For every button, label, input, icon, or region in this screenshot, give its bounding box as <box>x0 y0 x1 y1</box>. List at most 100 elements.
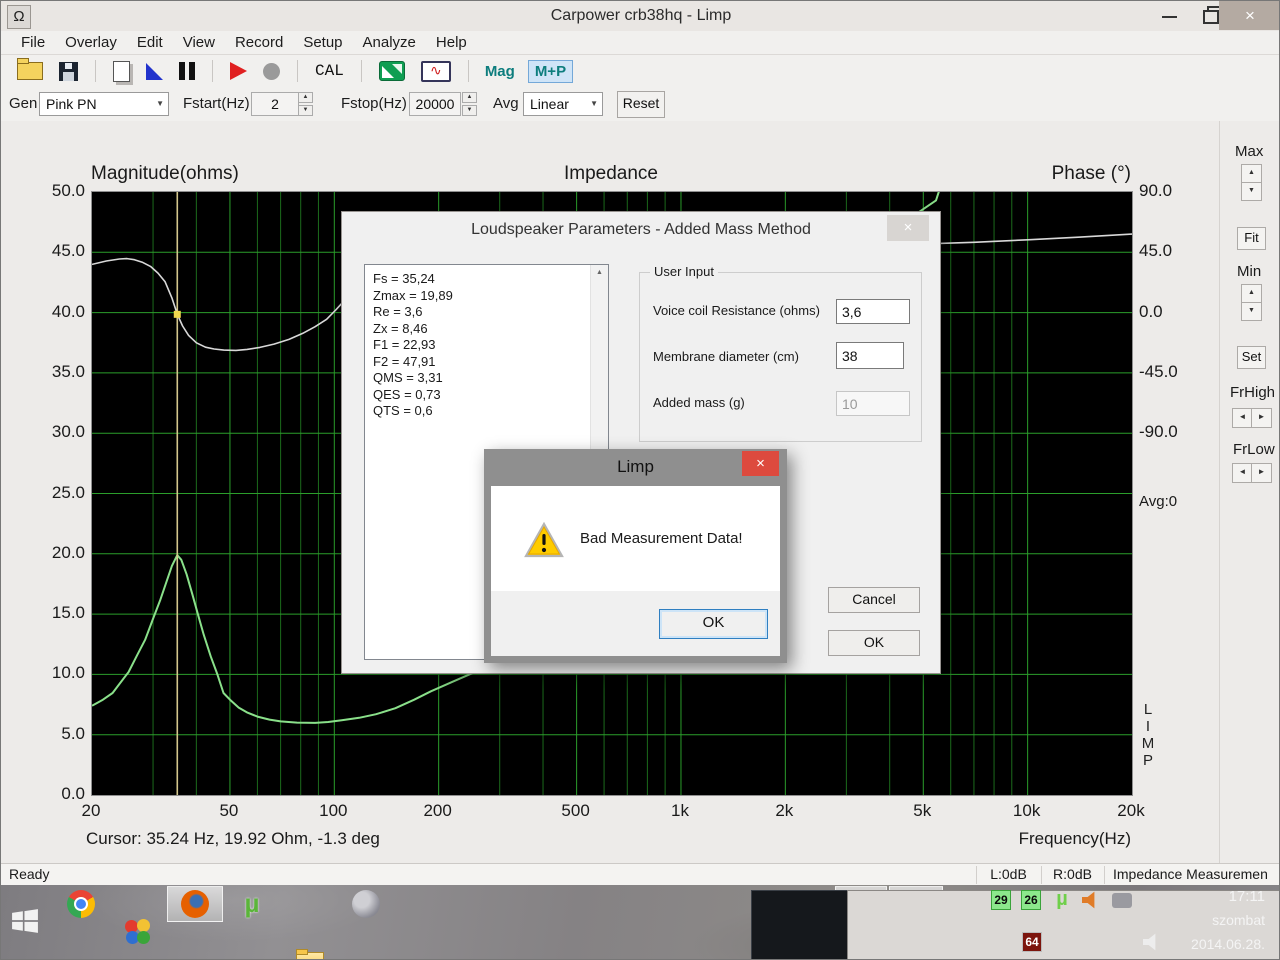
calibrate-button[interactable]: CAL <box>315 62 344 80</box>
max-up-button[interactable]: ▲ <box>1241 164 1262 183</box>
set-button[interactable]: Set <box>1237 346 1266 369</box>
frhigh-left-button[interactable]: ◄ <box>1232 408 1253 428</box>
menu-setup[interactable]: Setup <box>293 31 352 54</box>
menu-bar: File Overlay Edit View Record Setup Anal… <box>1 31 1279 55</box>
menu-edit[interactable]: Edit <box>127 31 173 54</box>
fstop-stepper[interactable]: ▲ ▼ <box>462 92 477 116</box>
clock-day: szombat <box>1212 912 1265 928</box>
minimize-button[interactable] <box>1151 1 1189 30</box>
alert-close-button[interactable]: × <box>742 451 779 476</box>
membrane-diameter-label: Membrane diameter (cm) <box>653 349 799 364</box>
generator-button[interactable]: ∿ <box>420 60 451 82</box>
toolbar-separator <box>95 60 96 82</box>
warning-icon <box>524 522 564 558</box>
tray-utorrent-icon[interactable]: µ <box>1052 889 1072 910</box>
parameter-line: Zmax = 19,89 <box>373 287 453 303</box>
open-file-button[interactable] <box>17 58 43 80</box>
save-button[interactable] <box>59 61 78 81</box>
tray-gray-icon[interactable] <box>1112 890 1132 910</box>
y-left-tick-label: 15.0 <box>51 603 85 623</box>
tray-aida64-icon[interactable]: 64 <box>1022 932 1042 952</box>
fstop-input[interactable]: 20000 <box>409 92 461 116</box>
floppy-disk-icon <box>59 61 78 81</box>
reset-button[interactable]: Reset <box>617 91 665 118</box>
audio-app-icon[interactable] <box>352 890 380 918</box>
tray-temp-badge-29[interactable]: 29 <box>991 890 1011 910</box>
record-circle-icon <box>263 62 280 80</box>
y-left-tick-label: 10.0 <box>51 663 85 683</box>
menu-analyze[interactable]: Analyze <box>353 31 426 54</box>
alert-ok-button[interactable]: OK <box>659 609 768 639</box>
chevron-down-icon: ▼ <box>156 99 164 108</box>
x-tick-label: 100 <box>319 801 348 820</box>
mag-phase-view-button[interactable]: M+P <box>527 59 574 83</box>
dialog-ok-button[interactable]: OK <box>828 630 920 656</box>
cancel-button[interactable]: Cancel <box>828 587 920 613</box>
menu-help[interactable]: Help <box>426 31 477 54</box>
fit-button[interactable]: Fit <box>1237 227 1266 250</box>
y-right-tick-label: 90.0 <box>1139 181 1173 200</box>
fstart-label: Fstart(Hz) <box>183 95 250 112</box>
file-explorer-icon[interactable] <box>295 946 324 959</box>
menu-view[interactable]: View <box>173 31 225 54</box>
frlow-right-button[interactable]: ► <box>1251 463 1272 483</box>
status-mode: Impedance Measuremen <box>1113 866 1268 882</box>
utorrent-icon[interactable]: µ <box>238 890 266 918</box>
voice-coil-resistance-input[interactable] <box>836 299 910 324</box>
max-label: Max <box>1235 143 1264 160</box>
dialog-close-button[interactable]: × <box>887 215 929 241</box>
y-right-tick-label: 45.0 <box>1139 241 1173 261</box>
frlow-left-button[interactable]: ◄ <box>1232 463 1253 483</box>
frhigh-right-button[interactable]: ► <box>1251 408 1272 428</box>
document-icon <box>113 60 130 82</box>
clock-time[interactable]: 17:11 <box>1229 888 1265 905</box>
step-up-icon[interactable]: ▲ <box>298 92 313 103</box>
pause-button[interactable] <box>179 62 195 80</box>
chrome-icon[interactable] <box>67 890 95 918</box>
menu-file[interactable]: File <box>11 31 55 54</box>
chart-area: Magnitude(ohms) Impedance Phase (°) 50.0… <box>1 121 1279 863</box>
scroll-up-icon[interactable]: ▲ <box>591 265 608 282</box>
mag-view-button[interactable]: Mag <box>485 63 515 80</box>
close-button[interactable]: × <box>1219 1 1279 30</box>
limp-application-window: Ω Carpower crb38hq - Limp × File Overlay… <box>0 0 1280 960</box>
averaging-select[interactable]: Linear ▼ <box>523 92 603 116</box>
game-launcher-icon[interactable] <box>124 918 152 946</box>
generator-type-select[interactable]: Pink PN ▼ <box>39 92 169 116</box>
taskbar: µ K C Ω 29 26 µ 64 ✓ × 17:11 szombat 201… <box>1 885 1279 959</box>
x-tick-label: 20 <box>81 801 101 820</box>
parameter-line: Fs = 35,24 <box>373 271 435 286</box>
firefox-icon[interactable] <box>181 890 209 918</box>
membrane-diameter-input[interactable] <box>836 342 904 369</box>
status-left-level: L:0dB <box>990 866 1027 882</box>
start-button[interactable] <box>11 907 39 935</box>
x-axis-title: Frequency(Hz) <box>1018 829 1131 848</box>
cursor-readout: Cursor: 35.24 Hz, 19.92 Ohm, -1.3 deg <box>86 829 380 848</box>
max-down-button[interactable]: ▼ <box>1241 182 1262 201</box>
minimize-icon <box>1162 16 1177 18</box>
parameter-line: QMS = 3,31 <box>373 370 443 385</box>
copy-button[interactable] <box>113 60 130 82</box>
alert-body: Bad Measurement Data! <box>491 486 780 592</box>
min-up-button[interactable]: ▲ <box>1241 284 1262 303</box>
alert-message: Bad Measurement Data! <box>580 530 743 547</box>
fstart-input[interactable]: 2 <box>251 92 299 116</box>
play-button[interactable] <box>230 62 247 80</box>
record-button[interactable] <box>263 62 280 80</box>
marker-button[interactable] <box>146 62 163 80</box>
x-tick-label: 1k <box>670 801 689 820</box>
min-label: Min <box>1237 263 1262 280</box>
y-left-tick-label: 45.0 <box>51 241 85 261</box>
menu-overlay[interactable]: Overlay <box>55 31 127 54</box>
x-tick-label: 5k <box>913 801 932 820</box>
spectrum-view-button[interactable] <box>378 61 405 81</box>
min-down-button[interactable]: ▼ <box>1241 302 1262 321</box>
x-tick-label: 50 <box>219 801 239 820</box>
play-icon <box>230 62 247 80</box>
y-left-tick-label: 25.0 <box>51 482 85 502</box>
tray-temp-badge-26[interactable]: 26 <box>1021 890 1041 910</box>
toolbar: CAL ∿ Mag M+P <box>1 55 1279 88</box>
menu-record[interactable]: Record <box>225 31 293 54</box>
step-down-icon[interactable]: ▼ <box>298 105 313 116</box>
fstart-stepper[interactable]: ▲ ▼ <box>298 92 313 116</box>
